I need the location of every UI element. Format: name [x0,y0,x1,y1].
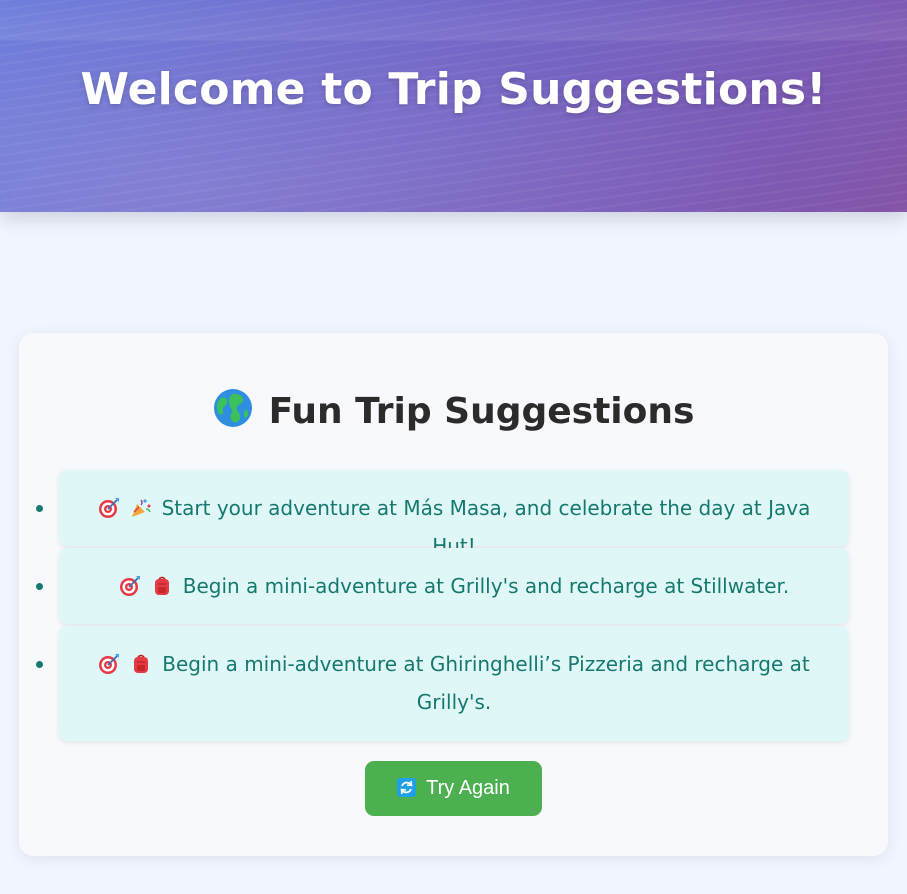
suggestion-text: Begin a mini-adventure at Grilly's and r… [182,574,790,598]
refresh-icon [397,778,417,797]
card-title-heading: Fun Trip Suggestions [19,388,888,432]
backpack-icon [134,654,149,673]
hero-banner: Welcome to Trip Suggestions! [0,0,907,212]
try-again-button[interactable]: Try Again [365,761,542,816]
page-title: Welcome to Trip Suggestions! [80,64,827,115]
suggestion-text: Begin a mini-adventure at Ghiringhelli’s… [162,652,810,714]
list-item: Begin a mini-adventure at Grilly's and r… [36,548,849,624]
target-icon [98,498,119,518]
bullet-marker [36,583,43,590]
card-title-text: Fun Trip Suggestions [268,391,695,432]
globe-icon [213,389,252,427]
suggestions-card: Fun Trip Suggestions Start your adventur… [19,333,888,856]
bullet-marker [36,505,43,512]
target-icon [119,576,140,596]
party-popper-icon [131,499,151,517]
list-item: Begin a mini-adventure at Ghiringhelli’s… [36,626,849,741]
try-again-label: Try Again [426,777,510,799]
list-item: Start your adventure at Más Masa, and ce… [36,470,849,558]
bullet-marker [36,661,43,668]
target-icon [99,654,120,674]
suggestion-list: Start your adventure at Más Masa, and ce… [36,470,849,743]
backpack-icon [154,576,169,595]
